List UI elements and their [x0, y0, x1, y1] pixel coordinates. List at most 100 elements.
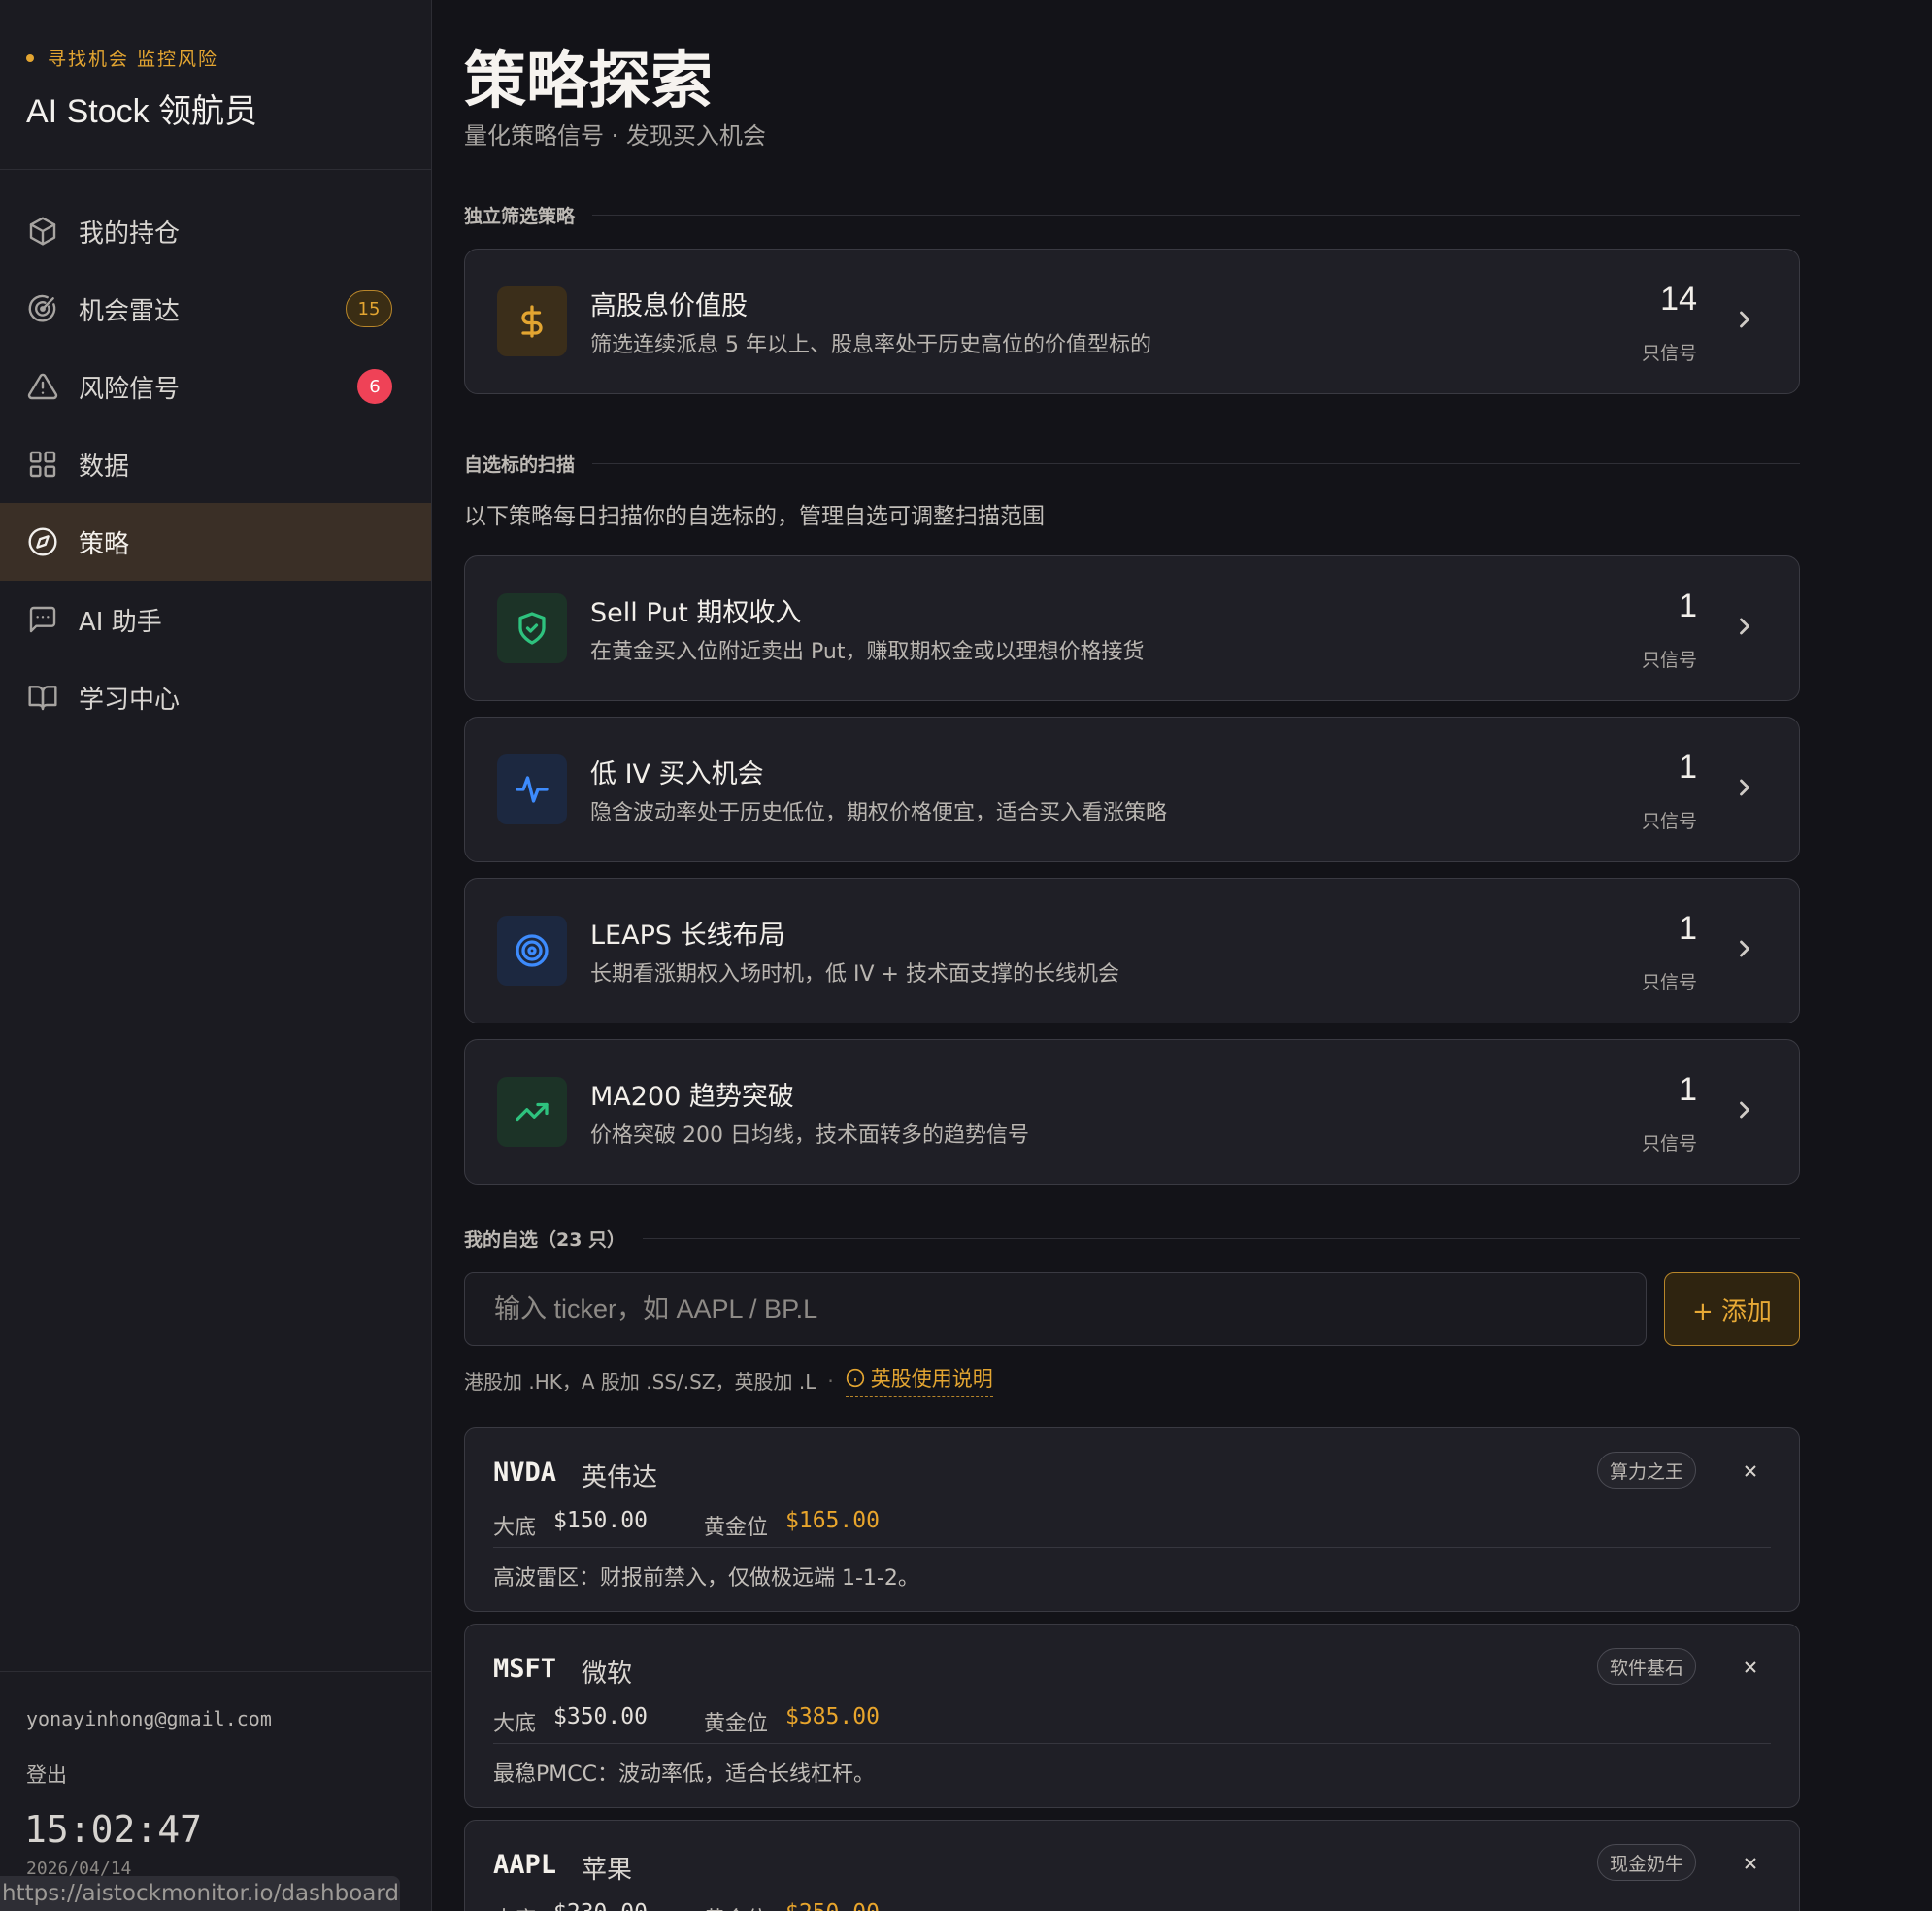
chevron-right-icon	[1731, 1096, 1758, 1123]
ticker-symbol: AAPL	[493, 1850, 557, 1880]
user-email: yonayinhong@gmail.com	[26, 1707, 272, 1730]
floor-label: 大底	[493, 1902, 536, 1911]
strategy-title: 低 IV 买入机会	[590, 759, 764, 789]
radar-count-badge: 15	[346, 290, 392, 327]
section-independent: 独立筛选策略	[464, 202, 1800, 228]
sidebar-item-ai-assistant[interactable]: AI 助手	[0, 581, 431, 658]
floor-label: 大底	[493, 1712, 537, 1736]
gold-price: $165.00	[785, 1508, 880, 1533]
strategy-card-high-dividend[interactable]: 高股息价值股 筛选连续派息 5 年以上、股息率处于历史高位的价值型标的 14 只…	[464, 249, 1800, 394]
add-button[interactable]: + 添加	[1664, 1272, 1800, 1346]
strategy-title: LEAPS 长线布局	[590, 921, 785, 951]
floor-price: $230.00	[553, 1900, 648, 1911]
section-description: 以下策略每日扫描你的自选标的，管理自选可调整扫描范围	[464, 504, 1045, 529]
ticker-input[interactable]	[464, 1272, 1647, 1346]
sidebar-divider	[0, 1671, 431, 1672]
floor-price: $150.00	[553, 1508, 648, 1533]
chevron-right-icon	[1731, 935, 1758, 962]
floor-label: 大底	[493, 1516, 537, 1540]
section-divider	[592, 215, 1800, 216]
card-divider	[493, 1743, 1771, 1744]
chat-icon	[26, 603, 59, 636]
book-icon	[26, 681, 59, 714]
ticker-symbol: NVDA	[493, 1458, 557, 1488]
box-icon	[26, 215, 59, 248]
close-icon[interactable]	[1739, 1852, 1762, 1875]
strategy-description: 价格突破 200 日均线，技术面转多的趋势信号	[590, 1123, 1029, 1148]
signal-unit: 只信号	[1641, 650, 1697, 671]
section-my-watchlist: 我的自选（23 只）	[464, 1225, 1800, 1252]
target-icon	[497, 916, 567, 986]
section-divider	[592, 463, 1800, 464]
watchlist-tag: 算力之王	[1596, 1452, 1696, 1489]
sidebar: 寻找机会 监控风险 AI Stock 领航员 我的持仓 机会雷达 15 风险信号…	[0, 0, 432, 1911]
section-label: 自选标的扫描	[464, 454, 576, 476]
strategy-title: MA200 趋势突破	[590, 1082, 794, 1112]
card-divider	[493, 1547, 1771, 1548]
strategy-description: 隐含波动率处于历史低位，期权价格便宜，适合买入看涨策略	[590, 801, 1168, 825]
sidebar-divider	[0, 169, 431, 170]
app-title: AI Stock 领航员	[26, 93, 258, 130]
sidebar-item-radar[interactable]: 机会雷达 15	[0, 270, 431, 348]
floor-price: $350.00	[553, 1704, 648, 1729]
pulse-icon	[497, 754, 567, 824]
risk-count-badge: 6	[357, 369, 392, 404]
strategy-card-sell-put[interactable]: Sell Put 期权收入 在黄金买入位附近卖出 Put，赚取期权金或以理想价格…	[464, 555, 1800, 701]
signal-unit: 只信号	[1641, 811, 1697, 832]
strategy-title: Sell Put 期权收入	[590, 598, 802, 628]
watchlist-card: NVDA 英伟达 算力之王 大底 $150.00 黄金位 $165.00 高波雷…	[464, 1427, 1800, 1612]
section-label: 独立筛选策略	[464, 206, 576, 227]
page-title: 策略探索	[464, 46, 713, 117]
help-link-label: 英股使用说明	[870, 1367, 993, 1391]
ticker-hint: 港股加 .HK，A 股加 .SS/.SZ，英股加 .L · 英股使用说明	[464, 1363, 993, 1397]
sidebar-item-label: 策略	[79, 529, 130, 559]
grid-icon	[26, 448, 59, 481]
sidebar-item-learning[interactable]: 学习中心	[0, 658, 431, 736]
strategy-card-low-iv[interactable]: 低 IV 买入机会 隐含波动率处于历史低位，期权价格便宜，适合买入看涨策略 1 …	[464, 717, 1800, 862]
strategy-description: 筛选连续派息 5 年以上、股息率处于历史高位的价值型标的	[590, 333, 1151, 357]
strategy-description: 在黄金买入位附近卖出 Put，赚取期权金或以理想价格接货	[590, 640, 1145, 664]
sidebar-item-risk[interactable]: 风险信号 6	[0, 348, 431, 425]
strategy-description: 长期看涨期权入场时机，低 IV + 技术面支撑的长线机会	[590, 962, 1119, 987]
strategy-card-leaps[interactable]: LEAPS 长线布局 长期看涨期权入场时机，低 IV + 技术面支撑的长线机会 …	[464, 878, 1800, 1023]
compass-icon	[26, 525, 59, 558]
trend-up-icon	[497, 1077, 567, 1147]
chevron-right-icon	[1731, 613, 1758, 640]
watchlist-tag: 现金奶牛	[1596, 1844, 1696, 1881]
hint-separator: ·	[827, 1368, 834, 1392]
page-subtitle: 量化策略信号 · 发现买入机会	[464, 122, 766, 150]
sidebar-item-holdings[interactable]: 我的持仓	[0, 192, 431, 270]
logout-link[interactable]: 登出	[26, 1760, 67, 1789]
watchlist-note: 高波雷区：财报前禁入，仅做极远端 1-1-2。	[493, 1566, 919, 1591]
close-icon[interactable]	[1739, 1656, 1762, 1679]
uk-stock-help-link[interactable]: 英股使用说明	[845, 1363, 993, 1397]
sidebar-item-label: 风险信号	[79, 374, 181, 404]
brand: 寻找机会 监控风险 AI Stock 领航员	[26, 45, 412, 132]
sidebar-item-strategy[interactable]: 策略	[0, 503, 431, 581]
radar-icon	[26, 292, 59, 325]
company-name: 英伟达	[582, 1463, 658, 1492]
tagline-text: 寻找机会 监控风险	[48, 49, 219, 70]
strategy-card-ma200[interactable]: MA200 趋势突破 价格突破 200 日均线，技术面转多的趋势信号 1 只信号	[464, 1039, 1800, 1185]
add-ticker-row: + 添加	[464, 1272, 1800, 1346]
gold-price: $385.00	[785, 1704, 880, 1729]
hint-text: 港股加 .HK，A 股加 .SS/.SZ，英股加 .L	[464, 1370, 816, 1393]
signal-count: 1	[1679, 587, 1697, 624]
company-name: 苹果	[582, 1856, 633, 1885]
signal-count: 1	[1679, 749, 1697, 786]
signal-unit: 只信号	[1641, 972, 1697, 993]
shield-check-icon	[497, 593, 567, 663]
gold-label: 黄金位	[704, 1712, 769, 1736]
signal-count: 1	[1679, 1071, 1697, 1108]
gold-label: 黄金位	[704, 1516, 769, 1540]
info-icon	[846, 1368, 864, 1388]
strategy-title: 高股息价值股	[590, 291, 748, 321]
watchlist-card: AAPL 苹果 现金奶牛 大底 $230.00 黄金位 $250.00	[464, 1820, 1800, 1911]
close-icon[interactable]	[1739, 1459, 1762, 1483]
sidebar-item-data[interactable]: 数据	[0, 425, 431, 503]
dollar-icon	[497, 286, 567, 356]
section-divider	[643, 1238, 1800, 1239]
watchlist-tag: 软件基石	[1596, 1648, 1696, 1685]
gold-label: 黄金位	[704, 1902, 768, 1911]
signal-unit: 只信号	[1641, 1133, 1697, 1155]
